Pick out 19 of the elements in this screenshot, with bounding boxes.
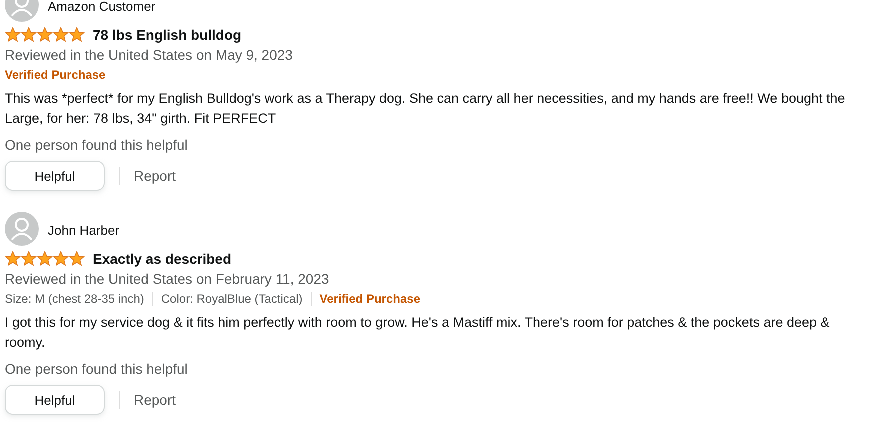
review-title[interactable]: 78 lbs English bulldog bbox=[93, 27, 242, 43]
product-variant: Size: M (chest 28-35 inch) bbox=[5, 292, 144, 306]
helpful-count: One person found this helpful bbox=[5, 361, 189, 377]
report-link[interactable]: Report bbox=[134, 168, 176, 184]
helpful-button[interactable]: Helpful bbox=[5, 385, 105, 415]
review-text: This was *perfect* for my English Bulldog's work as a Therapy dog. She can carry all her necessities, and my hands are free!! We bought the Large, for her: 78 lbs, 34" girth. Fit PERFECT bbox=[5, 90, 846, 128]
review-text: I got this for my service dog & it fits him perfectly with room to grow. He's a Mastiff mix. There's room for patches & the pockets are deep & roomy. bbox=[5, 314, 831, 352]
helpful-count: One person found this helpful bbox=[5, 137, 189, 153]
report-link[interactable]: Report bbox=[134, 392, 176, 408]
verified-purchase-label: Verified Purchase bbox=[5, 68, 106, 82]
helpful-button[interactable]: Helpful bbox=[5, 161, 105, 191]
review-date: Reviewed in the United States on May 9, 2023 bbox=[5, 47, 294, 63]
review-title[interactable]: Exactly as described bbox=[93, 251, 232, 267]
reviewer-name: John Harber bbox=[48, 223, 120, 238]
verified-purchase-label: Verified Purchase bbox=[320, 292, 420, 306]
product-variant: Color: RoyalBlue (Tactical) bbox=[161, 292, 303, 306]
avatar-icon bbox=[5, 212, 39, 246]
review-date: Reviewed in the United States on February 11, 2023 bbox=[5, 271, 330, 287]
reviewer-name: Amazon Customer bbox=[48, 0, 156, 14]
